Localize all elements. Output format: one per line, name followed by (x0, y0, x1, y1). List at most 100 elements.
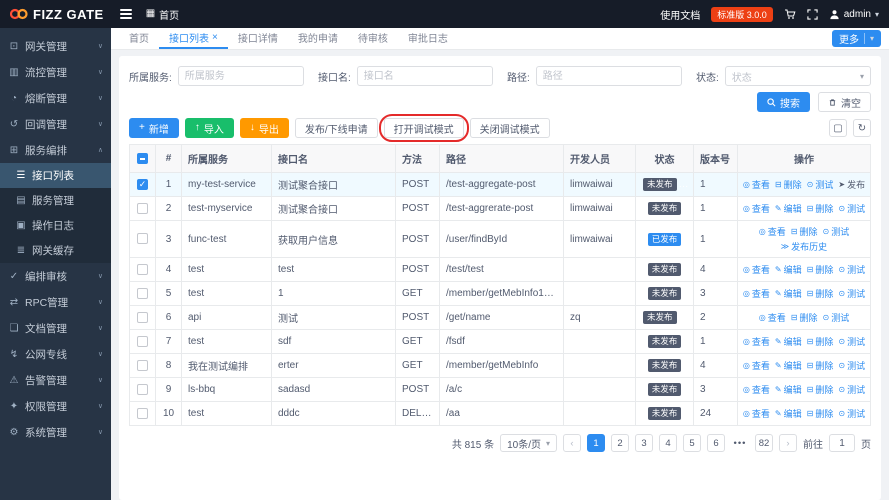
edit-link[interactable]: ✎ 编辑 (775, 407, 802, 420)
sidebar-item-rpc[interactable]: ⇄ RPC管理 ∨ (0, 289, 111, 315)
select-all-checkbox[interactable] (137, 152, 148, 164)
row-checkbox[interactable] (137, 359, 148, 371)
tab-pending-review[interactable]: 待审核 (348, 28, 398, 49)
delete-link[interactable]: ⊟ 删除 (807, 407, 834, 420)
row-checkbox[interactable] (137, 233, 148, 245)
filter-status-select[interactable]: 状态 ▾ (724, 66, 871, 86)
filter-interface-name-input[interactable] (356, 66, 493, 86)
clear-button[interactable]: 清空 (818, 92, 871, 112)
test-link[interactable]: ⊙ 测试 (838, 263, 865, 276)
delete-link[interactable]: ⊟ 删除 (807, 202, 834, 215)
grid-view-button[interactable]: ▢ (829, 119, 847, 137)
tab-my-applications[interactable]: 我的申请 (288, 28, 348, 49)
filter-path-input[interactable] (535, 66, 682, 86)
page-button[interactable]: 4 (659, 434, 677, 452)
test-link[interactable]: ⊙ 测试 (838, 335, 865, 348)
page-button[interactable]: 1 (587, 434, 605, 452)
row-checkbox[interactable] (137, 311, 148, 323)
sidebar-item-interface-list[interactable]: ☰ 接口列表 (0, 163, 111, 188)
page-button[interactable]: 82 (755, 434, 773, 452)
user-menu[interactable]: admin ▾ (829, 9, 879, 20)
delete-link[interactable]: ⊟ 删除 (807, 359, 834, 372)
doc-link[interactable]: 使用文档 (660, 7, 700, 22)
view-link[interactable]: ◎ 查看 (743, 407, 770, 420)
delete-link[interactable]: ⊟ 删除 (807, 383, 834, 396)
tab-interface-detail[interactable]: 接口详情 (228, 28, 288, 49)
view-link[interactable]: ◎ 查看 (743, 383, 770, 396)
tab-interface-list[interactable]: 接口列表 × (159, 28, 228, 49)
topbar-home-link[interactable]: ▦ 首页 (146, 7, 179, 22)
publish-offline-apply-button[interactable]: 发布/下线申请 (294, 118, 378, 138)
sidebar-item-gateway[interactable]: ⊡ 网关管理 ∨ (0, 33, 111, 59)
prev-page-button[interactable]: ‹ (563, 434, 581, 452)
delete-link[interactable]: ⊟ 删除 (807, 263, 834, 276)
row-checkbox[interactable] (137, 287, 148, 299)
close-debug-button[interactable]: 关闭调试模式 (469, 118, 550, 138)
more-button[interactable]: 更多 ▾ (831, 30, 881, 47)
close-icon[interactable]: × (212, 32, 218, 43)
test-link[interactable]: ⊙ 测试 (838, 359, 865, 372)
view-link[interactable]: ◎ 查看 (743, 263, 770, 276)
test-link[interactable]: ⊙ 测试 (838, 287, 865, 300)
edit-link[interactable]: ✎ 编辑 (775, 263, 802, 276)
test-link[interactable]: ⊙ 测试 (823, 225, 850, 238)
view-link[interactable]: ◎ 查看 (743, 287, 770, 300)
sidebar-item-flow-control[interactable]: ▥ 流控管理 ∨ (0, 59, 111, 85)
edit-link[interactable]: ✎ 编辑 (775, 202, 802, 215)
view-link[interactable]: ◎ 查看 (759, 225, 786, 238)
sidebar-item-system[interactable]: ⚙ 系统管理 ∨ (0, 419, 111, 445)
publish-link[interactable]: ➤ 发布 (838, 178, 865, 191)
export-button[interactable]: ↓ 导出 (239, 118, 289, 138)
sidebar-item-service-manage[interactable]: ▤ 服务管理 (0, 188, 111, 213)
test-link[interactable]: ⊙ 测试 (838, 407, 865, 420)
delete-link[interactable]: ⊟ 删除 (807, 335, 834, 348)
row-checkbox[interactable]: ✓ (137, 178, 148, 190)
page-button[interactable]: 3 (635, 434, 653, 452)
test-link[interactable]: ⊙ 测试 (823, 311, 850, 324)
fullscreen-icon[interactable] (807, 8, 818, 20)
test-link[interactable]: ⊙ 测试 (838, 383, 865, 396)
row-checkbox[interactable] (137, 202, 148, 214)
filter-service-input[interactable] (177, 66, 304, 86)
page-button[interactable]: 6 (707, 434, 725, 452)
sidebar-item-permission[interactable]: ✦ 权限管理 ∨ (0, 393, 111, 419)
sidebar-item-operation-log[interactable]: ▣ 操作日志 (0, 213, 111, 238)
open-debug-button[interactable]: 打开调试模式 (383, 118, 464, 138)
delete-link[interactable]: ⊟ 删除 (807, 287, 834, 300)
sidebar-item-callback[interactable]: ↺ 回调管理 ∨ (0, 111, 111, 137)
test-link[interactable]: ⊙ 测试 (838, 202, 865, 215)
test-link[interactable]: ⊙ 测试 (807, 178, 834, 191)
view-link[interactable]: ◎ 查看 (743, 359, 770, 372)
search-button[interactable]: 搜索 (757, 92, 810, 112)
delete-link[interactable]: ⊟ 删除 (775, 178, 802, 191)
add-button[interactable]: + 新增 (129, 118, 179, 138)
row-checkbox[interactable] (137, 335, 148, 347)
cart-icon[interactable] (784, 8, 796, 20)
row-checkbox[interactable] (137, 383, 148, 395)
view-link[interactable]: ◎ 查看 (743, 178, 770, 191)
delete-link[interactable]: ⊟ 删除 (791, 311, 818, 324)
row-checkbox[interactable] (137, 263, 148, 275)
refresh-button[interactable]: ↻ (853, 119, 871, 137)
delete-link[interactable]: ⊟ 删除 (791, 225, 818, 238)
sidebar-item-orchestration[interactable]: ⊞ 服务编排 ∧ (0, 137, 111, 163)
view-link[interactable]: ◎ 查看 (743, 335, 770, 348)
sidebar-item-public-line[interactable]: ↯ 公网专线 ∨ (0, 341, 111, 367)
page-button[interactable]: 2 (611, 434, 629, 452)
next-page-button[interactable]: › (779, 434, 797, 452)
goto-page-input[interactable] (829, 434, 855, 452)
view-link[interactable]: ◎ 查看 (759, 311, 786, 324)
page-button[interactable]: 5 (683, 434, 701, 452)
edit-link[interactable]: ✎ 编辑 (775, 383, 802, 396)
import-button[interactable]: ↑ 导入 (184, 118, 234, 138)
tab-home[interactable]: 首页 (119, 28, 159, 49)
sidebar-item-circuit-breaker[interactable]: ◔ 熔断管理 ∨ (0, 85, 111, 111)
edit-link[interactable]: ✎ 编辑 (775, 335, 802, 348)
sidebar-item-alert[interactable]: ⚠ 告警管理 ∨ (0, 367, 111, 393)
edit-link[interactable]: ✎ 编辑 (775, 359, 802, 372)
menu-toggle-icon[interactable] (119, 7, 132, 21)
view-link[interactable]: ◎ 查看 (743, 202, 770, 215)
sidebar-item-orchestration-review[interactable]: ✓ 编排审核 ∨ (0, 263, 111, 289)
edit-link[interactable]: ✎ 编辑 (775, 287, 802, 300)
publish-history-link[interactable]: ≫ 发布历史 (781, 240, 827, 253)
